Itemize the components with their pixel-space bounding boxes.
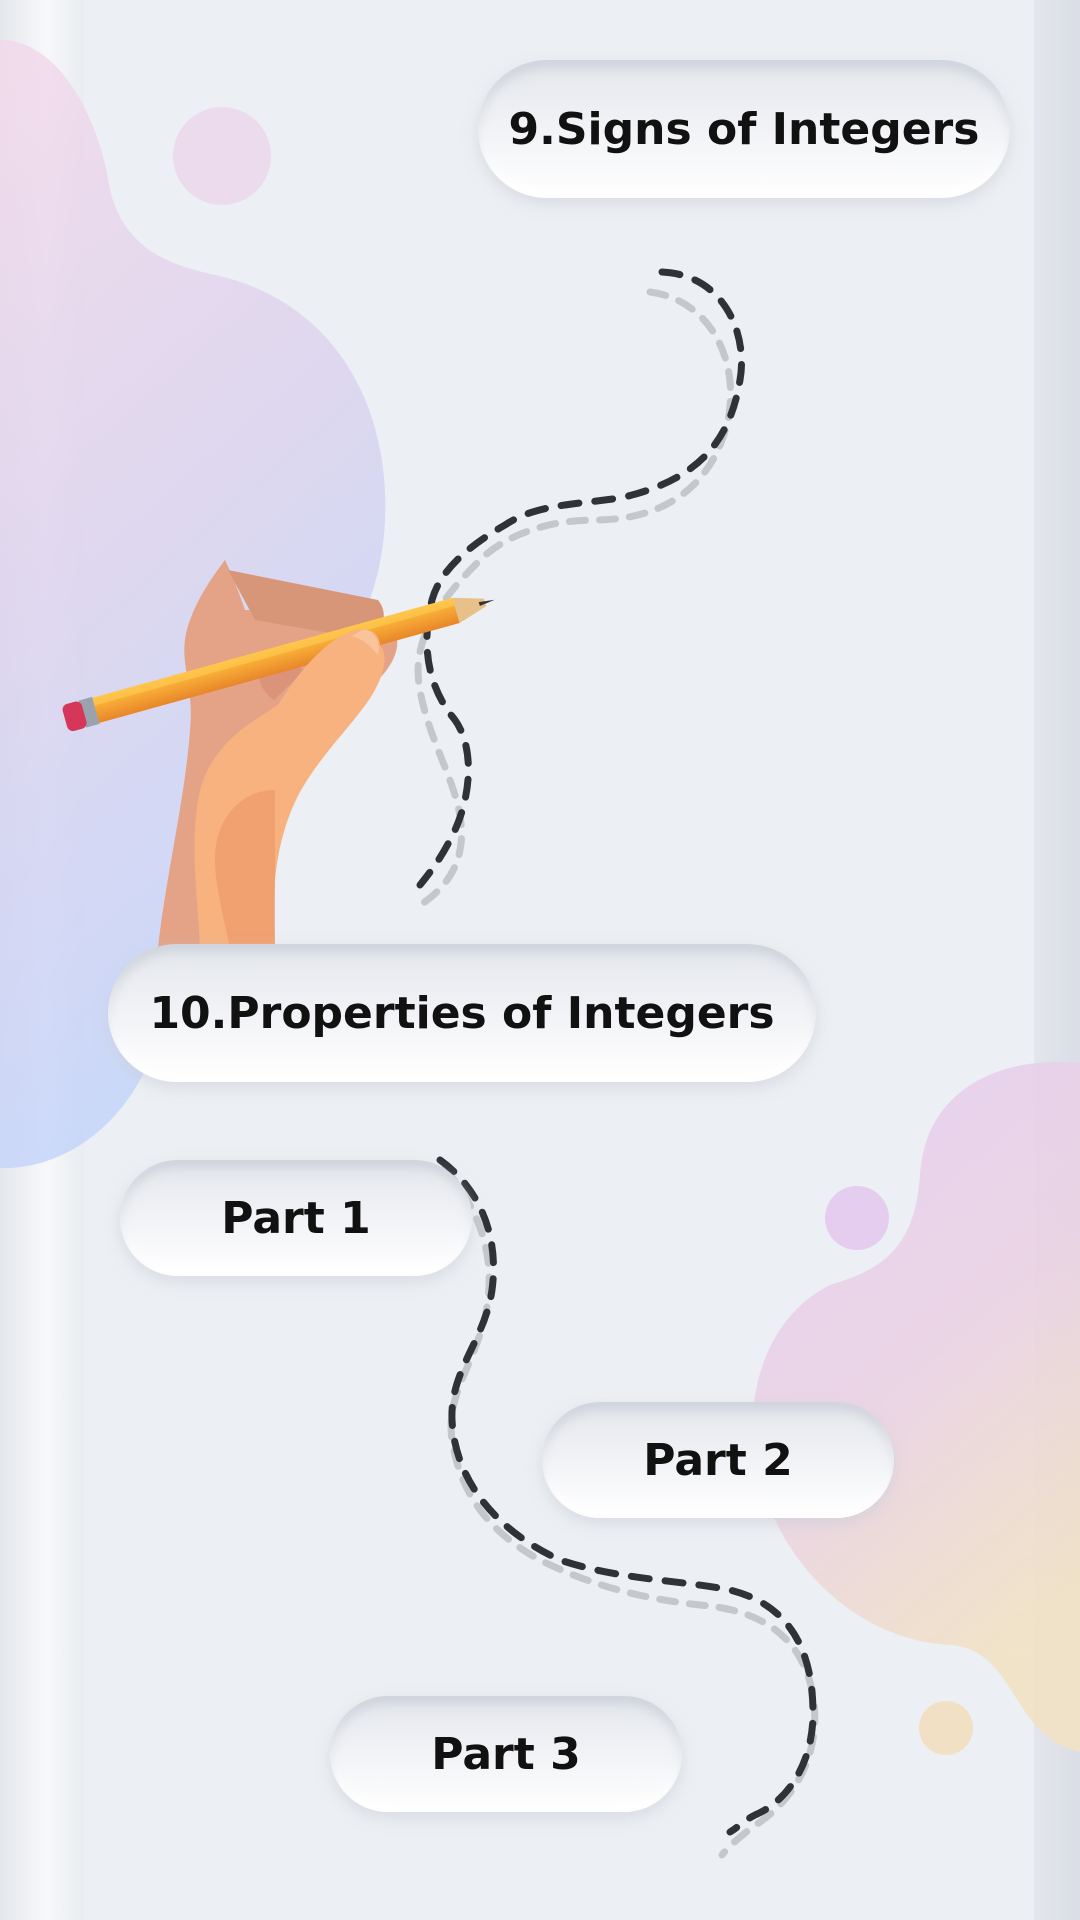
part-label: Part 2 <box>643 1434 793 1486</box>
yellow-dot <box>919 1701 973 1755</box>
dashed-path-dark-1 <box>416 268 746 889</box>
topic-label: 9.Signs of Integers <box>508 103 980 155</box>
pink-dot <box>173 107 271 205</box>
part-1-button[interactable]: Part 1 <box>120 1160 472 1276</box>
part-3-button[interactable]: Part 3 <box>330 1696 682 1812</box>
violet-dot <box>825 1186 889 1250</box>
topic-label: 10.Properties of Integers <box>149 987 775 1039</box>
topic-properties-of-integers-button[interactable]: 10.Properties of Integers <box>108 944 816 1082</box>
part-label: Part 3 <box>431 1728 581 1780</box>
part-label: Part 1 <box>221 1192 371 1244</box>
part-2-button[interactable]: Part 2 <box>542 1402 894 1518</box>
topic-signs-of-integers-button[interactable]: 9.Signs of Integers <box>478 60 1010 198</box>
